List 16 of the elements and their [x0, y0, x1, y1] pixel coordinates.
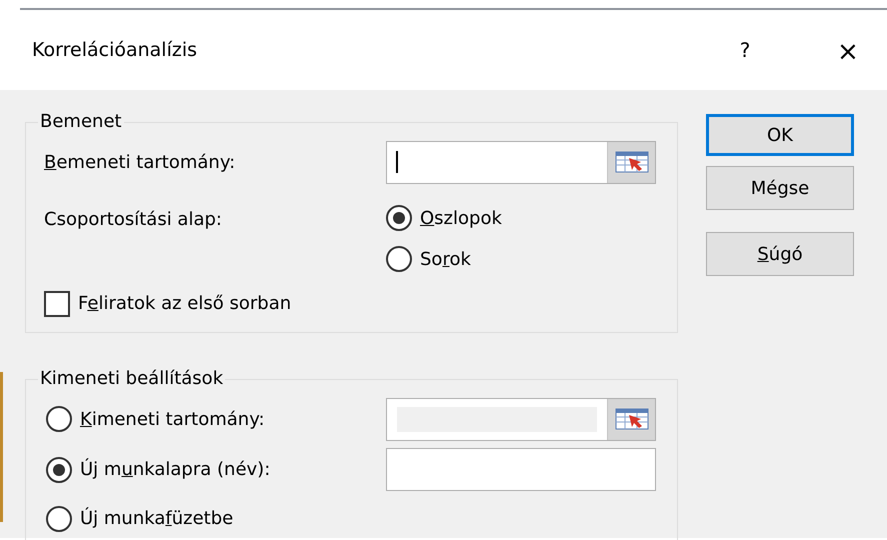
radio-option[interactable]: Sorok [386, 238, 656, 280]
dialog-button[interactable]: Súgó [706, 232, 854, 276]
close-button[interactable]: × [837, 39, 859, 61]
radio-option[interactable]: Oszlopok [386, 198, 656, 239]
input-field[interactable] [386, 140, 656, 184]
window-title: Korrelációanalízis [32, 38, 198, 63]
field-label: Csoportosítási alap: [44, 208, 223, 232]
range-select-button[interactable] [607, 142, 655, 183]
help-button[interactable]: ? [735, 35, 755, 65]
dialog-button[interactable]: OK [706, 114, 854, 156]
field-label: Bemeneti tartomány: [44, 150, 236, 175]
dialog-button[interactable]: Mégse [706, 166, 854, 210]
input-field[interactable] [386, 448, 656, 492]
radio-option[interactable]: Új munkafüzetbe [46, 505, 386, 532]
radio-option[interactable]: Új munkalapra (név): [46, 456, 386, 484]
checkbox[interactable]: Feliratok az első sorban [44, 290, 386, 318]
